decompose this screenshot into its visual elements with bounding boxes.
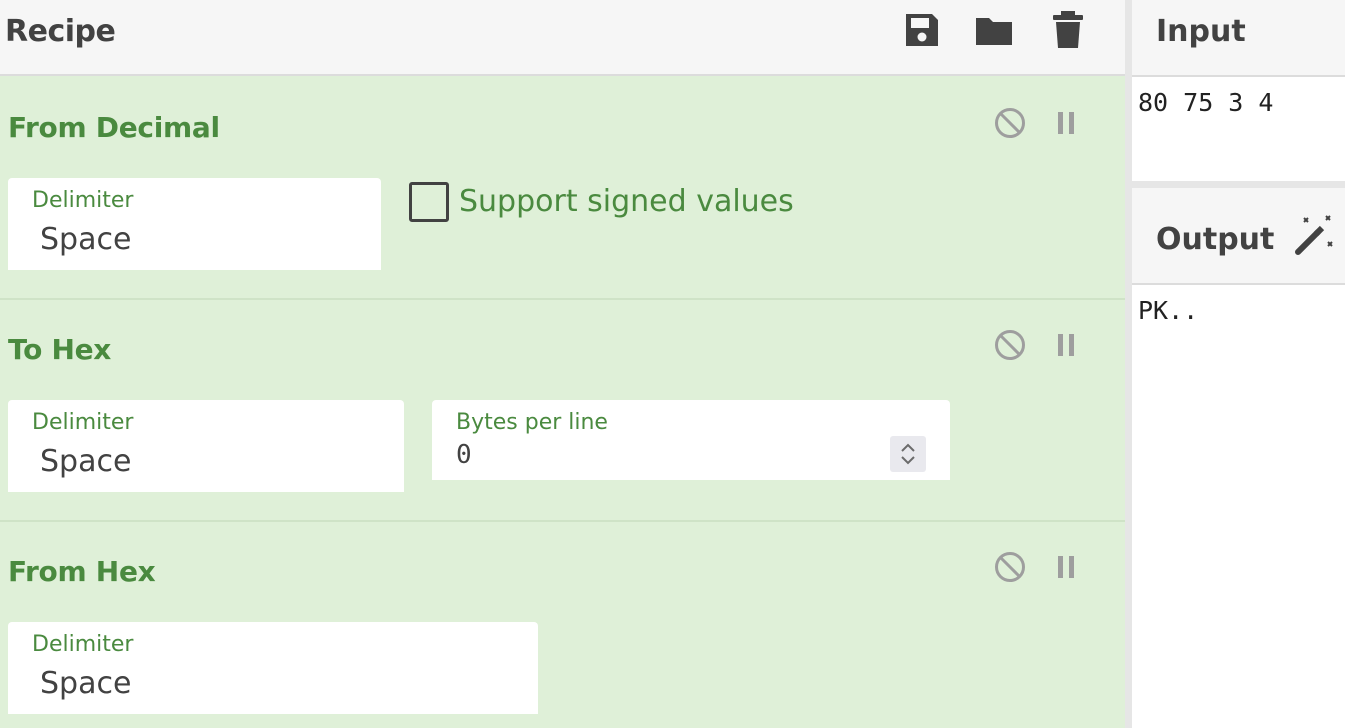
- app-window: Recipe From Decimal Delimiter Space Supp…: [0, 0, 1345, 728]
- recipe-header: Recipe: [0, 0, 1125, 76]
- field-value[interactable]: Space: [40, 444, 131, 479]
- disable-icon[interactable]: [993, 106, 1027, 140]
- operation-title: From Hex: [8, 555, 156, 588]
- input-header: Input: [1132, 0, 1345, 77]
- folder-icon[interactable]: [974, 10, 1014, 50]
- delimiter-field[interactable]: Delimiter Space: [8, 622, 538, 714]
- trash-icon[interactable]: [1048, 10, 1088, 50]
- delimiter-field[interactable]: Delimiter Space: [8, 400, 404, 492]
- operation-title: From Decimal: [8, 111, 220, 144]
- field-value[interactable]: Space: [40, 666, 131, 701]
- pane-resize-handle[interactable]: [1125, 0, 1132, 728]
- field-value[interactable]: Space: [40, 222, 131, 257]
- io-pane: Input 80 75 3 4 Output PK..: [1132, 0, 1345, 728]
- operation-from-hex[interactable]: From Hex Delimiter Space: [0, 522, 1125, 728]
- operation-title: To Hex: [8, 333, 112, 366]
- field-value[interactable]: 0: [456, 440, 472, 470]
- pause-icon[interactable]: [1049, 550, 1083, 584]
- delimiter-field[interactable]: Delimiter Space: [8, 178, 381, 270]
- field-label: Delimiter: [32, 632, 134, 657]
- field-label: Bytes per line: [456, 410, 608, 435]
- magic-wand-icon[interactable]: [1292, 214, 1336, 258]
- field-label: Delimiter: [32, 188, 134, 213]
- disable-icon[interactable]: [993, 328, 1027, 362]
- operation-from-decimal[interactable]: From Decimal Delimiter Space Support sig…: [0, 78, 1125, 300]
- pause-icon[interactable]: [1049, 328, 1083, 362]
- disable-icon[interactable]: [993, 550, 1027, 584]
- pause-icon[interactable]: [1049, 106, 1083, 140]
- number-spinner-icon[interactable]: [890, 436, 926, 472]
- output-text[interactable]: PK..: [1138, 296, 1198, 325]
- save-icon[interactable]: [902, 10, 942, 50]
- recipe-pane: Recipe From Decimal Delimiter Space Supp…: [0, 0, 1125, 728]
- output-header: Output: [1132, 188, 1345, 285]
- io-divider[interactable]: [1132, 181, 1345, 188]
- bytes-per-line-field[interactable]: Bytes per line 0: [432, 400, 950, 480]
- input-textarea[interactable]: 80 75 3 4: [1138, 88, 1273, 117]
- support-signed-values-checkbox[interactable]: [409, 182, 449, 222]
- output-title: Output: [1156, 222, 1275, 257]
- recipe-title: Recipe: [5, 14, 116, 49]
- operation-to-hex[interactable]: To Hex Delimiter Space Bytes per line 0: [0, 300, 1125, 522]
- input-title: Input: [1156, 14, 1246, 49]
- field-label: Delimiter: [32, 410, 134, 435]
- checkbox-label[interactable]: Support signed values: [459, 184, 794, 219]
